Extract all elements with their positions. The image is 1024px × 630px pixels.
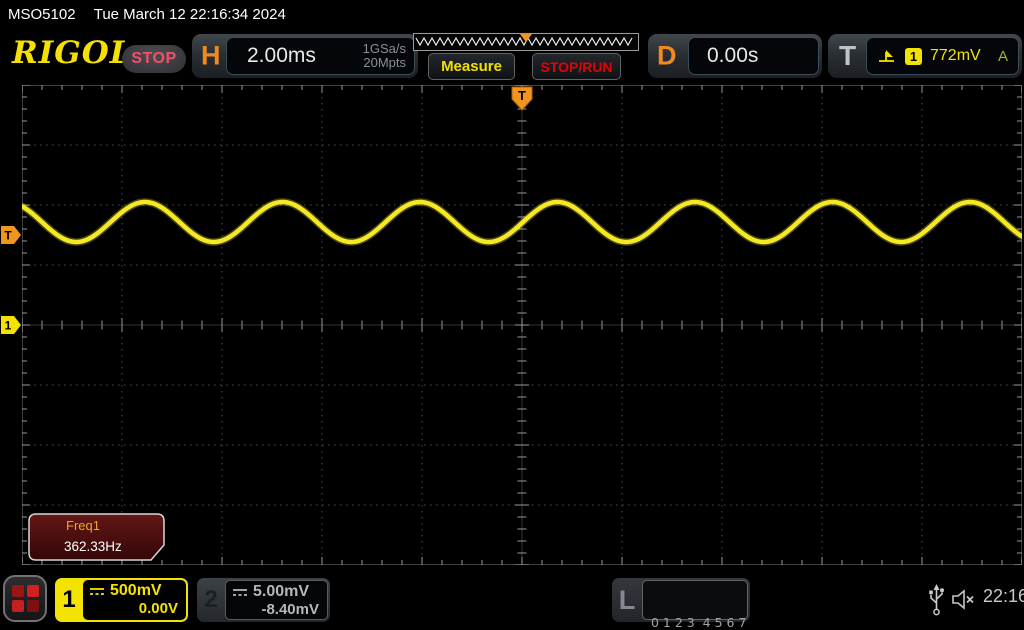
horizontal-settings-box[interactable]: H 2.00ms 1GSa/s 20Mpts (192, 34, 418, 78)
sample-rate: 1GSa/s (362, 41, 406, 56)
measurement-box[interactable]: Freq1 362.33Hz (28, 513, 166, 561)
waveform-display[interactable]: T T 1 Freq1 362.33Hz (1, 85, 1022, 565)
horizontal-label: H (201, 40, 221, 71)
channel1-panel: 500mV 0.00V (83, 580, 186, 620)
logic-row1: 0 1 2 3 4 5 6 7 (651, 615, 747, 630)
svg-text:T: T (4, 229, 12, 243)
channel2-panel: 5.00mV -8.40mV (225, 580, 328, 620)
delay-label: D (657, 40, 677, 71)
trigger-inner-panel: 1 772mV A (866, 37, 1019, 75)
measurement-name: Freq1 (66, 518, 100, 533)
channel1-offset-marker[interactable]: 1 (1, 316, 22, 334)
measurement-value: 362.33Hz (64, 539, 122, 554)
status-bar: MSO5102 Tue March 12 22:16:34 2024 (0, 0, 1024, 30)
channel1-tab[interactable]: 1 (55, 578, 83, 622)
delay-settings-box[interactable]: D 0.00s (648, 34, 822, 78)
trigger-position-marker[interactable]: T (511, 86, 533, 112)
bottom-bar: 1 500mV 0.00V 2 5.00mV -8.40mV L 0 1 2 3… (0, 572, 1024, 630)
model-name: MSO5102 (8, 6, 76, 23)
delay-value: 0.00s (707, 44, 759, 67)
red-square-icon (11, 585, 24, 597)
clock: 22:16 (983, 586, 1024, 606)
horizontal-inner-panel: 2.00ms 1GSa/s 20Mpts (226, 37, 415, 75)
oscilloscope-screen: MSO5102 Tue March 12 22:16:34 2024 RIGOL… (0, 0, 1024, 630)
measure-button[interactable]: Measure (428, 53, 515, 80)
rigol-logo: RIGOL (12, 35, 133, 71)
trigger-settings-box[interactable]: T 1 772mV A (828, 34, 1022, 78)
logic-channels-box[interactable]: L 0 1 2 3 4 5 6 7 8 9 1011 12131415 (612, 578, 750, 630)
channel2-offset: -8.40mV (261, 601, 319, 618)
run-state-badge: STOP (122, 45, 186, 73)
red-square-icon (26, 585, 39, 597)
datetime-text: Tue March 12 22:16:34 2024 (93, 6, 286, 23)
channel1-box[interactable]: 1 500mV 0.00V (55, 578, 188, 622)
svg-text:T: T (518, 88, 526, 103)
trigger-edge-icon (879, 50, 894, 62)
acquisition-info: 1GSa/s 20Mpts (363, 42, 406, 70)
delay-inner-panel: 0.00s (688, 37, 819, 75)
trigger-source-badge: 1 (905, 47, 922, 65)
logic-channel-list: 0 1 2 3 4 5 6 7 8 9 1011 12131415 (642, 580, 748, 630)
four-squares-icon[interactable] (3, 575, 47, 622)
logic-label: L (618, 584, 636, 615)
channel2-tab[interactable]: 2 (197, 578, 225, 622)
timebase-value: 2.00ms (247, 44, 316, 67)
graticule-grid (22, 85, 1022, 565)
trigger-level-value: 772mV (930, 47, 981, 64)
toolbar: RIGOL STOP H 2.00ms 1GSa/s 20Mpts Measur… (0, 30, 1024, 84)
trigger-level-marker[interactable]: T (1, 226, 22, 244)
dc-coupling-icon (90, 587, 104, 595)
channel2-scale: 5.00mV (253, 583, 310, 600)
trigger-mode: A (997, 47, 1008, 65)
red-square-icon (26, 600, 39, 612)
memory-position-bar[interactable] (413, 33, 639, 51)
memory-position-marker[interactable] (520, 34, 532, 42)
red-square-icon (11, 600, 24, 612)
channel1-offset: 0.00V (138, 600, 178, 617)
svg-text:1: 1 (5, 319, 12, 333)
stop-run-button[interactable]: STOP/RUN (532, 53, 621, 80)
trigger-label: T (839, 40, 857, 71)
channel1-scale: 500mV (110, 582, 162, 599)
dc-coupling-icon (233, 588, 247, 596)
channel2-box[interactable]: 2 5.00mV -8.40mV (197, 578, 330, 622)
memory-depth: 20Mpts (363, 55, 406, 70)
usb-icon (929, 584, 944, 616)
speaker-muted-icon[interactable] (950, 588, 976, 611)
